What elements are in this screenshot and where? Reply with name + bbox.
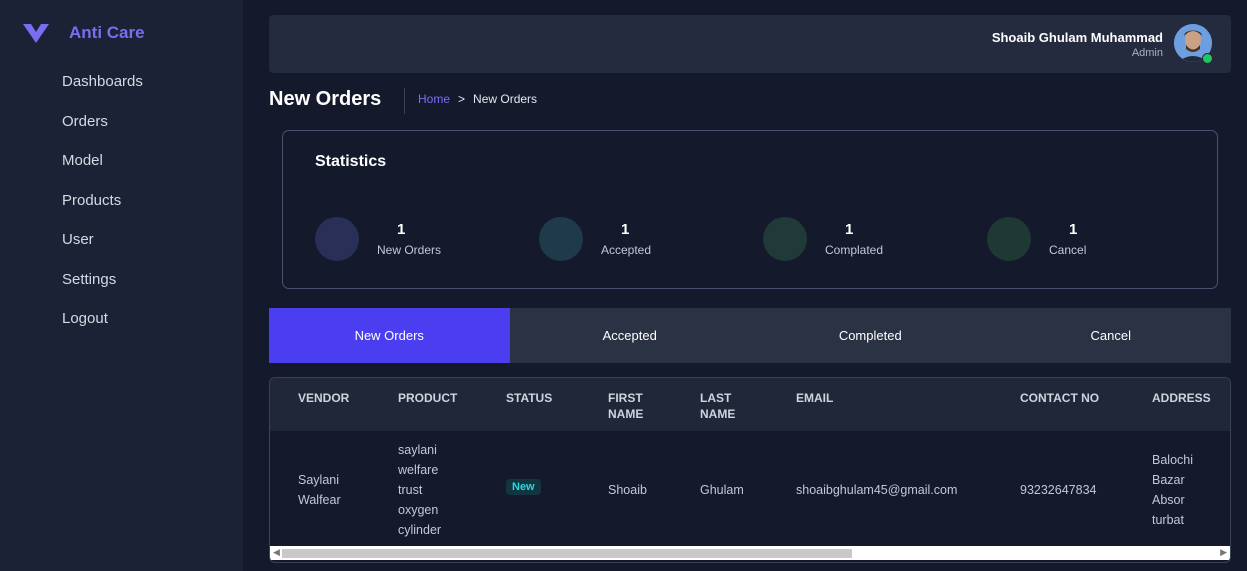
column-header-vendor: VENDOR bbox=[298, 391, 350, 405]
sidebar-item-products[interactable]: Products bbox=[62, 191, 143, 231]
user-role: Admin bbox=[1131, 47, 1163, 59]
stat-label: Complated bbox=[825, 243, 884, 257]
stat-label: New Orders bbox=[377, 243, 442, 257]
page-title: New Orders bbox=[269, 88, 382, 110]
column-header-last-name: LAST NAME bbox=[700, 391, 736, 421]
tab-completed[interactable]: Completed bbox=[750, 308, 991, 363]
stat-value: 1 bbox=[845, 221, 854, 238]
sidebar-item-settings[interactable]: Settings bbox=[62, 270, 143, 310]
sidebar-nav: Dashboards Orders Model Products User Se… bbox=[62, 72, 143, 349]
tab-new-orders[interactable]: New Orders bbox=[269, 308, 510, 363]
stat-value: 1 bbox=[621, 221, 630, 238]
sidebar-item-model[interactable]: Model bbox=[62, 151, 143, 191]
cell-contact-no: 93232647834 bbox=[1020, 483, 1097, 497]
stat-accepted: 1 Accepted bbox=[539, 217, 759, 267]
stat-cancel: 1 Cancel bbox=[987, 217, 1207, 267]
sidebar-item-dashboards[interactable]: Dashboards bbox=[62, 72, 143, 112]
cell-product: saylani welfare trust oxygen cylinder bbox=[398, 443, 442, 537]
cell-address: Balochi Bazar Absor turbat bbox=[1152, 453, 1193, 527]
breadcrumb-current: New Orders bbox=[473, 92, 538, 106]
scroll-thumb[interactable] bbox=[282, 549, 852, 558]
tab-cancel[interactable]: Cancel bbox=[991, 308, 1232, 363]
statistics-card: Statistics 1 New Orders 1 Accepted 1 Com… bbox=[282, 130, 1218, 289]
breadcrumb-home-link[interactable]: Home bbox=[418, 92, 450, 106]
table-header: VENDOR PRODUCT STATUS FIRST NAME LAST NAME… bbox=[270, 378, 1230, 431]
cell-first-name: Shoaib bbox=[608, 483, 647, 497]
brand-logo-icon bbox=[23, 24, 49, 43]
tab-accepted[interactable]: Accepted bbox=[510, 308, 751, 363]
stat-value: 1 bbox=[397, 221, 406, 238]
breadcrumb-separator: > bbox=[458, 92, 466, 106]
sidebar: Anti Care Dashboards Orders Model Produc… bbox=[0, 0, 243, 571]
stat-circle bbox=[315, 217, 359, 261]
user-name: Shoaib Ghulam Muhammad bbox=[991, 30, 1163, 45]
scroll-left-arrow-icon[interactable]: ◀ bbox=[273, 547, 280, 558]
stat-label: Cancel bbox=[1049, 243, 1087, 257]
column-header-status: STATUS bbox=[506, 391, 553, 405]
column-header-first-name: FIRST NAME bbox=[608, 391, 644, 421]
sidebar-item-orders[interactable]: Orders bbox=[62, 112, 143, 152]
cell-vendor: Saylani Walfear bbox=[298, 473, 341, 507]
online-status-dot bbox=[1202, 53, 1213, 64]
stat-completed: 1 Complated bbox=[763, 217, 983, 267]
statistics-title: Statistics bbox=[315, 153, 387, 170]
status-badge: New bbox=[506, 479, 541, 495]
orders-table: VENDOR PRODUCT STATUS FIRST NAME LAST NAME… bbox=[269, 377, 1231, 563]
brand[interactable]: Anti Care bbox=[22, 22, 145, 44]
cell-email: shoaibghulam45@gmail.com bbox=[796, 483, 958, 497]
title-divider bbox=[404, 88, 405, 114]
stat-circle bbox=[763, 217, 807, 261]
column-header-product: PRODUCT bbox=[398, 391, 458, 405]
sidebar-item-logout[interactable]: Logout bbox=[62, 309, 143, 349]
cell-last-name: Ghulam bbox=[700, 483, 744, 497]
stat-value: 1 bbox=[1069, 221, 1078, 238]
breadcrumb: Home > New Orders bbox=[418, 92, 537, 106]
stat-circle bbox=[987, 217, 1031, 261]
brand-name: Anti Care bbox=[69, 23, 145, 42]
horizontal-scrollbar[interactable]: ◀ ▶ bbox=[270, 546, 1230, 560]
order-tabs: New Orders Accepted Completed Cancel bbox=[269, 308, 1231, 363]
top-bar: Shoaib Ghulam Muhammad Admin bbox=[269, 15, 1231, 73]
scroll-right-arrow-icon[interactable]: ▶ bbox=[1220, 547, 1227, 558]
column-header-email: EMAIL bbox=[796, 391, 834, 405]
stat-new-orders: 1 New Orders bbox=[315, 217, 535, 267]
column-header-address: ADDRESS bbox=[1152, 391, 1211, 405]
stat-label: Accepted bbox=[601, 243, 652, 257]
stat-circle bbox=[539, 217, 583, 261]
sidebar-item-user[interactable]: User bbox=[62, 230, 143, 270]
column-header-contact-no: CONTACT NO bbox=[1020, 391, 1100, 405]
